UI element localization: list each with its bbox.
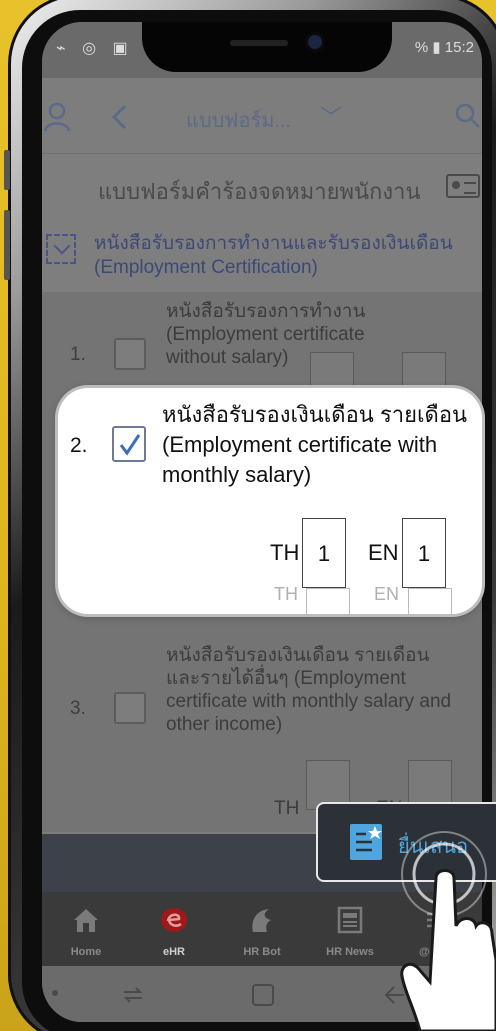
ghost-th-box bbox=[306, 588, 350, 614]
form-title: แบบฟอร์มคำร้องจดหมายพนักงาน bbox=[98, 179, 421, 204]
home-icon bbox=[74, 909, 98, 932]
bot-icon bbox=[252, 909, 271, 932]
item-checkbox[interactable] bbox=[114, 692, 146, 724]
stage: ⌁ ◎ ▣ · % ▮ 15:2 แบบฟอร์ม... ﹀ แบบฟอร์มค… bbox=[0, 0, 496, 1031]
volume-button bbox=[4, 150, 10, 190]
item-number: 3. bbox=[70, 698, 86, 719]
section-title: หนังสือรับรองการทำงานและรับรองเงินเดือน … bbox=[94, 233, 453, 278]
checkmark-icon bbox=[119, 434, 141, 456]
home-button-icon[interactable] bbox=[250, 982, 276, 1008]
nav-item-hr-news[interactable]: HR News bbox=[306, 892, 394, 966]
item-number: 1. bbox=[70, 344, 86, 365]
dot-icon bbox=[52, 990, 58, 996]
notch bbox=[142, 22, 392, 72]
status-icons: ⌁ ◎ ▣ · bbox=[56, 40, 156, 57]
en-quantity-input[interactable]: 1 bbox=[402, 518, 446, 588]
news-icon bbox=[337, 906, 363, 934]
nav-label: HR Bot bbox=[243, 946, 281, 958]
back-icon[interactable] bbox=[110, 104, 128, 130]
camera bbox=[308, 35, 322, 49]
ehr-logo-icon bbox=[161, 908, 187, 932]
pointing-hand-icon bbox=[400, 831, 496, 1031]
nav-item-hr-bot[interactable]: HR Bot bbox=[218, 892, 306, 966]
nav-label: Home bbox=[70, 946, 102, 958]
section-collapse-toggle[interactable] bbox=[46, 234, 76, 264]
search-icon[interactable] bbox=[454, 102, 482, 130]
volume-button bbox=[4, 210, 10, 280]
item-number: 2. bbox=[70, 434, 88, 457]
status-clock: % ▮ 15:2 bbox=[414, 39, 474, 56]
app-bar: แบบฟอร์ม... ﹀ bbox=[42, 78, 482, 154]
th-quantity-input[interactable]: 1 bbox=[302, 518, 346, 588]
th-label: TH bbox=[274, 798, 300, 819]
item-text: หนังสือรับรองเงินเดือน รายเดือน (Employm… bbox=[162, 402, 468, 487]
item-checkbox-checked[interactable] bbox=[112, 426, 146, 462]
profile-icon[interactable] bbox=[44, 102, 70, 132]
zoomed-item-card: 2. หนังสือรับรองเงินเดือน รายเดือน (Empl… bbox=[58, 388, 482, 614]
ghost-th-label: TH bbox=[274, 584, 298, 604]
submit-form-icon bbox=[350, 824, 382, 860]
item-checkbox[interactable] bbox=[114, 338, 146, 370]
ghost-en-box bbox=[408, 588, 452, 614]
th-label: TH bbox=[270, 540, 300, 565]
speaker bbox=[230, 40, 288, 46]
en-label: EN bbox=[368, 540, 399, 565]
nav-label: HR News bbox=[326, 946, 374, 958]
chevron-down-icon[interactable]: ﹀ bbox=[320, 100, 342, 132]
id-card-icon[interactable] bbox=[446, 174, 480, 198]
nav-item-home[interactable]: Home bbox=[42, 892, 130, 966]
app-title[interactable]: แบบฟอร์ม... bbox=[186, 104, 291, 136]
ghost-en-label: EN bbox=[374, 584, 400, 604]
item-text: หนังสือรับรองการทำงาน (Employment certif… bbox=[166, 301, 366, 368]
nav-item-ehr[interactable]: eHR bbox=[130, 892, 218, 966]
item-text: หนังสือรับรองเงินเดือน รายเดือน และรายได… bbox=[166, 645, 452, 735]
recent-apps-icon[interactable] bbox=[120, 982, 146, 1008]
nav-label: eHR bbox=[162, 946, 185, 958]
